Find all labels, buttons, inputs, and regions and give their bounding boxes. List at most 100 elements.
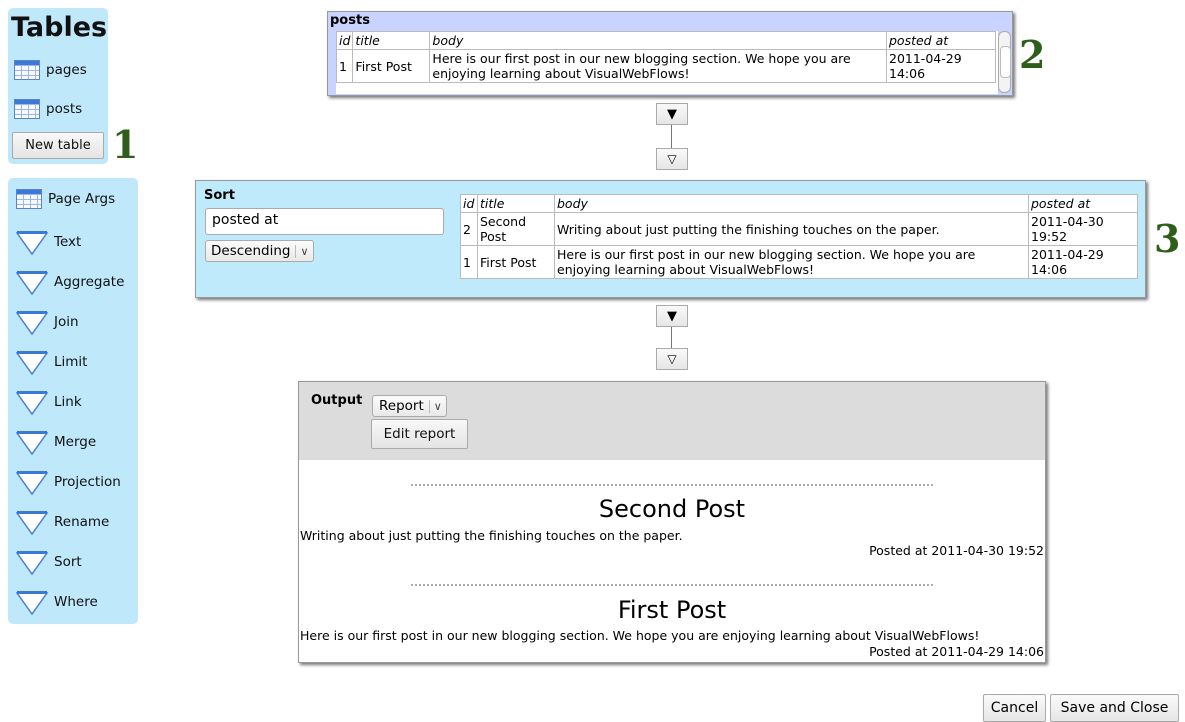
operator-item-aggregate[interactable]: Aggregate bbox=[16, 269, 124, 295]
chevron-down-icon: ∨ bbox=[295, 244, 312, 258]
operator-item-limit[interactable]: Limit bbox=[16, 349, 87, 375]
connector-line bbox=[671, 327, 672, 348]
output-mode-select[interactable]: Report ∨ bbox=[372, 395, 447, 417]
operator-item-label: Join bbox=[54, 314, 79, 330]
connector-input-handle[interactable]: ▽ bbox=[656, 348, 688, 370]
operator-item-link[interactable]: Link bbox=[16, 389, 82, 415]
operator-item-label: Text bbox=[54, 234, 82, 250]
post-title: First Post bbox=[617, 596, 727, 624]
post-separator bbox=[411, 484, 933, 486]
annotation-1: 1 bbox=[112, 122, 139, 167]
posts-table-viewport: id title body posted at 1 First Post Her… bbox=[336, 31, 998, 94]
edit-report-button[interactable]: Edit report bbox=[371, 419, 468, 449]
tables-title: Tables bbox=[11, 12, 108, 43]
column-header: title bbox=[477, 194, 555, 213]
operator-item-projection[interactable]: Projection bbox=[16, 469, 121, 495]
post-body: Here is our first post in our new bloggi… bbox=[300, 628, 980, 643]
annotation-3: 3 bbox=[1154, 216, 1181, 261]
new-table-button[interactable]: New table bbox=[12, 132, 104, 159]
post-separator bbox=[411, 584, 933, 586]
funnel-icon bbox=[16, 351, 48, 375]
operator-item-label: Merge bbox=[54, 434, 97, 450]
funnel-icon bbox=[16, 551, 48, 575]
cell: 2011-04-29 14:06 bbox=[1028, 245, 1138, 279]
table-row: 1 First Post Here is our first post in o… bbox=[460, 245, 1138, 279]
operator-item-rename[interactable]: Rename bbox=[16, 509, 109, 535]
operator-item-label: Limit bbox=[54, 354, 88, 370]
column-header: body bbox=[429, 31, 887, 50]
connector-input-handle[interactable]: ▽ bbox=[656, 148, 688, 170]
annotation-2: 2 bbox=[1019, 32, 1046, 77]
table-item-label: pages bbox=[46, 62, 87, 78]
sort-result-table: id title body posted at 2 Second Post Wr… bbox=[460, 194, 1138, 279]
save-and-close-button[interactable]: Save and Close bbox=[1050, 694, 1179, 722]
cell: Here is our first post in our new bloggi… bbox=[554, 245, 1029, 279]
table-icon bbox=[14, 60, 40, 80]
funnel-icon bbox=[16, 471, 48, 495]
funnel-icon bbox=[16, 431, 48, 455]
table-item-posts[interactable]: posts bbox=[14, 99, 82, 119]
table-icon bbox=[14, 99, 40, 119]
funnel-icon bbox=[16, 271, 48, 295]
output-panel: Output Report ∨ Edit report Second Post … bbox=[298, 381, 1046, 663]
chevron-down-icon: ∨ bbox=[428, 399, 446, 413]
operator-item-merge[interactable]: Merge bbox=[16, 429, 96, 455]
output-mode-value: Report bbox=[379, 398, 424, 414]
operator-item-label: Where bbox=[54, 594, 98, 610]
output-label: Output bbox=[311, 393, 363, 408]
cell: First Post bbox=[477, 245, 555, 279]
cell: Writing about just putting the finishing… bbox=[554, 212, 1029, 246]
operator-item-label: Rename bbox=[54, 514, 110, 530]
table-item-label: posts bbox=[46, 101, 83, 117]
connector-output-handle[interactable]: ▼ bbox=[656, 103, 688, 125]
post-meta: Posted at 2011-04-29 14:06 bbox=[869, 644, 1044, 659]
sort-operator-panel[interactable]: Sort posted at Descending ∨ id title bod… bbox=[195, 180, 1146, 298]
operator-item-label: Projection bbox=[54, 474, 121, 490]
cell: 1 bbox=[336, 49, 354, 83]
operator-item-sort[interactable]: Sort bbox=[16, 549, 82, 575]
funnel-icon bbox=[16, 591, 48, 615]
funnel-icon bbox=[16, 511, 48, 535]
column-header: posted at bbox=[886, 31, 996, 50]
scrollbar-thumb[interactable] bbox=[1000, 46, 1011, 78]
operator-item-where[interactable]: Where bbox=[16, 589, 98, 615]
post-body: Writing about just putting the finishing… bbox=[300, 528, 683, 543]
table-row: 2 Second Post Writing about just putting… bbox=[460, 212, 1138, 246]
connector-output-handle[interactable]: ▼ bbox=[656, 305, 688, 327]
operator-item-label: Sort bbox=[54, 554, 82, 570]
posts-table-panel[interactable]: posts id title body posted at 1 First Po… bbox=[327, 11, 1013, 96]
posts-table: id title body posted at 1 First Post Her… bbox=[336, 31, 996, 83]
operator-item-page-args[interactable]: Page Args bbox=[16, 189, 115, 209]
cell: First Post bbox=[352, 49, 431, 83]
cell: 2011-04-29 14:06 bbox=[886, 49, 996, 83]
sort-panel-title: Sort bbox=[204, 188, 235, 203]
cancel-button[interactable]: Cancel bbox=[983, 694, 1046, 722]
cell: Second Post bbox=[477, 212, 555, 246]
sort-order-value: Descending bbox=[211, 243, 291, 259]
cell: 2 bbox=[460, 212, 478, 246]
operator-item-label: Link bbox=[54, 394, 82, 410]
vertical-scrollbar[interactable] bbox=[998, 31, 1011, 93]
table-header-row: id title body posted at bbox=[336, 31, 996, 50]
sort-field-input[interactable]: posted at bbox=[205, 208, 444, 235]
operator-item-label: Aggregate bbox=[54, 274, 125, 290]
column-header: title bbox=[352, 31, 431, 50]
column-header: id bbox=[336, 31, 354, 50]
post-title: Second Post bbox=[598, 495, 746, 523]
funnel-icon bbox=[16, 231, 48, 255]
sort-order-select[interactable]: Descending ∨ bbox=[205, 240, 314, 262]
table-icon bbox=[16, 189, 42, 209]
table-item-pages[interactable]: pages bbox=[14, 60, 87, 80]
table-header-row: id title body posted at bbox=[460, 194, 1138, 213]
funnel-icon bbox=[16, 311, 48, 335]
cell: 1 bbox=[460, 245, 478, 279]
post-meta: Posted at 2011-04-30 19:52 bbox=[869, 543, 1044, 558]
column-header: body bbox=[554, 194, 1029, 213]
connector-line bbox=[671, 125, 672, 148]
table-row: 1 First Post Here is our first post in o… bbox=[336, 49, 996, 83]
cell: 2011-04-30 19:52 bbox=[1028, 212, 1138, 246]
operator-item-text[interactable]: Text bbox=[16, 229, 81, 255]
operator-item-join[interactable]: Join bbox=[16, 309, 79, 335]
cell: Here is our first post in our new bloggi… bbox=[429, 49, 887, 83]
column-header: id bbox=[460, 194, 478, 213]
